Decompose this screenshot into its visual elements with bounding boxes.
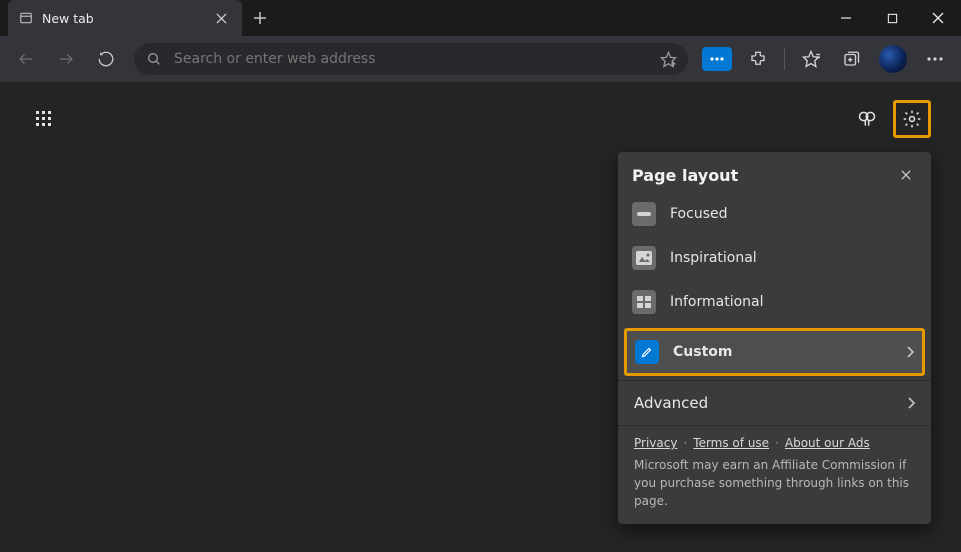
extensions-button[interactable] — [740, 41, 776, 77]
layout-label: Informational — [670, 294, 764, 310]
refresh-button[interactable] — [88, 41, 124, 77]
layout-option-custom-highlight: Custom — [624, 328, 925, 376]
page-settings-button[interactable] — [898, 105, 926, 133]
favorites-button[interactable] — [793, 41, 829, 77]
back-button[interactable] — [8, 41, 44, 77]
toolbar — [0, 36, 961, 82]
flyout-close-button[interactable] — [895, 164, 917, 186]
ads-link[interactable]: About our Ads — [785, 436, 870, 450]
tracking-prevention-button[interactable] — [702, 47, 732, 71]
layout-label: Inspirational — [670, 250, 757, 266]
new-tab-page: Page layout Focused Inspirational Inform… — [0, 82, 961, 552]
chevron-right-icon — [906, 346, 914, 358]
apps-grid-button[interactable] — [30, 105, 58, 133]
tab-close-button[interactable] — [210, 7, 232, 29]
search-icon — [144, 49, 164, 69]
separator-dot: · — [683, 436, 687, 450]
page-settings-highlight — [893, 100, 931, 138]
titlebar: New tab — [0, 0, 961, 36]
ntp-top-bar — [0, 100, 961, 138]
window-maximize-button[interactable] — [869, 0, 915, 36]
profile-button[interactable] — [879, 45, 907, 73]
browser-tab[interactable]: New tab — [8, 0, 242, 36]
focused-icon — [632, 202, 656, 226]
rewards-button[interactable] — [853, 105, 881, 133]
terms-link[interactable]: Terms of use — [693, 436, 769, 450]
toolbar-separator — [784, 48, 785, 70]
flyout-title: Page layout — [632, 166, 738, 185]
window-close-button[interactable] — [915, 0, 961, 36]
layout-label: Custom — [673, 344, 732, 360]
collections-button[interactable] — [833, 41, 869, 77]
address-input[interactable] — [174, 51, 648, 67]
page-layout-flyout: Page layout Focused Inspirational Inform… — [618, 152, 931, 524]
settings-more-button[interactable] — [917, 41, 953, 77]
forward-button[interactable] — [48, 41, 84, 77]
inspirational-icon — [632, 246, 656, 270]
affiliate-disclaimer: Microsoft may earn an Affiliate Commissi… — [634, 456, 915, 510]
layout-label: Focused — [670, 206, 727, 222]
new-tab-button[interactable] — [242, 0, 278, 36]
flyout-footer: Privacy · Terms of use · About our Ads M… — [618, 426, 931, 524]
titlebar-drag-region[interactable] — [278, 0, 823, 36]
window-minimize-button[interactable] — [823, 0, 869, 36]
tab-page-icon — [18, 10, 34, 26]
separator-dot: · — [775, 436, 779, 450]
layout-option-inspirational[interactable]: Inspirational — [618, 236, 931, 280]
tab-title: New tab — [42, 11, 202, 26]
custom-icon — [635, 340, 659, 364]
favorite-star-icon[interactable] — [658, 49, 678, 69]
informational-icon — [632, 290, 656, 314]
chevron-right-icon — [907, 397, 915, 409]
layout-option-custom[interactable]: Custom — [627, 331, 922, 373]
advanced-label: Advanced — [634, 394, 708, 412]
privacy-link[interactable]: Privacy — [634, 436, 677, 450]
address-bar[interactable] — [134, 43, 688, 75]
layout-option-focused[interactable]: Focused — [618, 192, 931, 236]
layout-option-informational[interactable]: Informational — [618, 280, 931, 324]
advanced-row[interactable]: Advanced — [618, 380, 931, 426]
